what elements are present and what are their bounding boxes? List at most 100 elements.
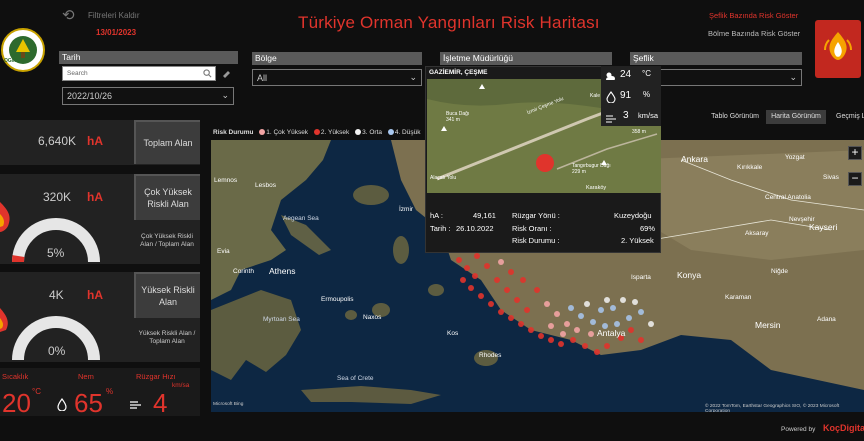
high-risk-button[interactable]: Yüksek Riskli Alan [134,272,200,318]
tooltip-date-value: 26.10.2022 [456,224,494,233]
legend-title: Risk Durumu [213,129,254,136]
map-label: Niğde [771,268,788,275]
wind-value: 4 [153,388,168,418]
show-bolme-risk-button[interactable]: Bölme Bazında Risk Göster [708,29,800,38]
map-label: Kos [447,330,459,337]
tooltip-humidity-value: 91 [620,90,632,101]
total-area-value: 6,640K [38,134,77,148]
total-area-button[interactable]: Toplam Alan [134,120,200,164]
tooltip-temp-unit: °C [642,69,651,78]
total-area-unit: hA [87,134,103,148]
chevron-down-icon: ⌄ [409,72,417,82]
map-label: Rhodes [479,352,502,359]
tab-map-view[interactable]: Harita Görünüm [766,110,826,124]
map-label: Lemnos [214,177,238,184]
sat-label-road2: Alaçatı Yolu [430,175,457,181]
map-label: Sivas [823,174,839,181]
powered-by-label: Powered by [781,426,816,433]
very-high-risk-value: 320K [43,190,72,204]
search-icon [203,69,212,78]
show-seflik-risk-button[interactable]: Şeflik Bazında Risk Göster [709,11,798,20]
zoom-in-button[interactable]: + [848,146,862,160]
eraser-icon[interactable] [221,68,231,78]
bolge-dropdown-value: All [257,73,268,83]
sat-label-kale: Kale [590,93,601,99]
high-risk-percent: 0% [48,344,66,358]
legend-item-medium: 3. Orta [362,129,382,136]
map-label: Aegean Sea [283,215,319,222]
ogm-logo-abbr: OGM [4,58,16,64]
high-risk-unit: hA [87,288,103,302]
wind-icon [129,398,143,410]
very-high-risk-unit: hA [87,190,103,204]
map-label: Athens [269,266,296,276]
wind-label: Rüzgar Hızı [136,372,176,381]
sun-cloud-icon [604,69,616,81]
high-risk-value: 4K [49,288,64,302]
map-label: Karaman [725,294,752,301]
chevron-down-icon: ⌄ [789,72,797,82]
map-label: Corinth [233,268,254,275]
tooltip-wind-unit: km/sa [638,111,659,120]
legend-dot [313,129,320,135]
map-label: Kırıkkale [737,164,763,171]
tab-history[interactable]: Geçmiş Li [830,110,864,124]
drop-icon [57,397,67,412]
high-risk-note: Yüksek Riskli Alan / Toplam Alan [138,330,196,345]
legend-item-high: 2. Yüksek [320,129,350,136]
tooltip-ha-value: 49,161 [473,211,496,220]
legend-item-low: 4. Düşük [394,129,421,136]
humidity-unit: % [106,387,114,396]
drop-icon [606,90,616,104]
tooltip-date-label: Tarih : [430,224,451,233]
tarih-search-placeholder: Search [67,70,88,77]
tooltip-risk-ratio-value: 69% [640,224,656,233]
tarih-filter-header: Tarih [59,51,238,64]
map-label: Myrtoan Sea [263,316,300,323]
tooltip-wind-dir-value: Kuzeydoğu [614,211,652,220]
tooltip-risk-status-value: 2. Yüksek [621,236,654,245]
zoom-out-button[interactable]: − [848,172,862,186]
map-label: İzmir [399,206,414,213]
bolge-dropdown[interactable]: All ⌄ [252,69,422,86]
tarih-search-input[interactable]: Search [62,66,216,81]
tooltip-temp-value: 24 [620,69,632,80]
ogm-logo [0,14,46,86]
reset-filters-button[interactable]: Filtreleri Kaldır [88,11,140,20]
map-label: Lesbos [255,182,276,189]
very-high-risk-button[interactable]: Çok Yüksek Riskli Alan [134,174,200,220]
map-label: Kayseri [809,222,838,232]
tooltip-wind-value: 3 [623,110,629,121]
back-arrow-icon[interactable]: ⟲ [62,8,78,24]
fire-risk-icon [815,20,861,78]
tooltip-weather: 24 °C 91 % 3 km/sa [601,66,661,126]
flame-icon [0,304,10,334]
humidity-value: 65 [74,388,103,418]
tarih-date-picker[interactable]: 2022/10/26 ⌄ [62,87,234,105]
temperature-unit: °C [32,387,41,396]
map-label: Aksaray [745,230,769,237]
legend-dot [259,129,266,135]
map-label: Naxos [363,314,382,321]
temperature-value: 20 [2,388,31,418]
sat-label-buca: Buca Dağı 341 m [446,111,469,123]
isletme-filter-header: İşletme Müdürlüğü [440,52,612,65]
tooltip-risk-ratio-label: Risk Oranı : [512,224,552,233]
tooltip-risk-status-label: Risk Durumu : [512,236,560,245]
sat-label-358: 358 m [632,129,646,135]
wind-icon [605,111,617,123]
koc-digital-logo: KoçDigital [823,423,864,433]
sat-label-karakoy: Karaköy [586,185,607,191]
map-label: Antalya [597,328,626,338]
current-date: 13/01/2023 [96,28,137,37]
map-label: Sea of Crete [337,375,374,382]
map-label: Yozgat [785,154,805,161]
legend-dot [355,129,362,135]
chevron-down-icon: ⌄ [221,90,229,100]
wind-unit: km/sa [172,382,190,389]
tab-table-view[interactable]: Tablo Görünüm [708,110,762,124]
seflik-filter-header: Şeflik [630,52,802,65]
legend-dot [387,129,394,135]
map-label: Ankara [681,154,708,164]
page-title: Türkiye Orman Yangınları Risk Haritası [298,13,600,32]
